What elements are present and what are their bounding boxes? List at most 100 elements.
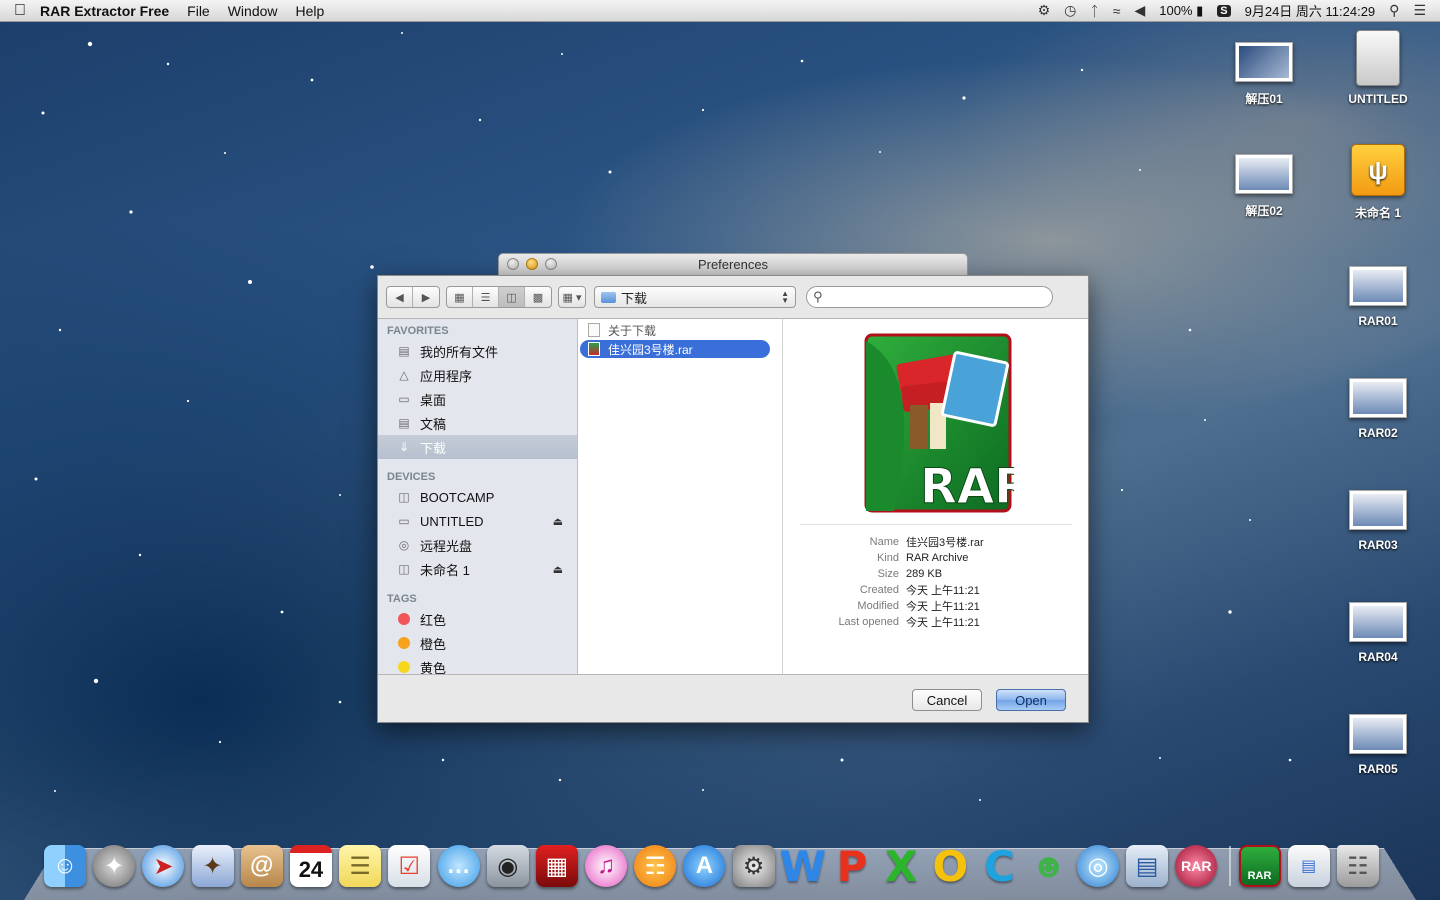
- path-popup[interactable]: 下载 ▲ ▼: [594, 286, 796, 308]
- list-view-button[interactable]: ☰: [473, 287, 499, 307]
- sidebar-item-desktop[interactable]: ▭ 桌面: [378, 387, 577, 411]
- apple-menu-icon[interactable]: : [0, 2, 40, 20]
- facetime-icon[interactable]: ◉: [486, 845, 529, 887]
- notification-center-icon[interactable]: ☰: [1413, 2, 1426, 19]
- battery-status[interactable]: 100% ▮: [1159, 3, 1203, 19]
- excel-icon[interactable]: X: [880, 842, 922, 891]
- downloads-stack-icon[interactable]: ▤: [1287, 845, 1330, 887]
- notes-icon[interactable]: ☰: [339, 845, 382, 887]
- menu-app-name[interactable]: RAR Extractor Free: [40, 3, 169, 19]
- minimize-button[interactable]: [526, 258, 538, 270]
- itunes-icon[interactable]: ♫: [585, 845, 628, 887]
- powerpoint-icon[interactable]: P: [831, 842, 873, 891]
- volume-icon[interactable]: ◀: [1134, 2, 1145, 19]
- ibooks-icon[interactable]: ☶: [634, 845, 677, 887]
- mail-icon[interactable]: ✦: [191, 845, 234, 887]
- remote-desktop-icon[interactable]: ▤: [1126, 845, 1169, 887]
- sidebar-item-documents[interactable]: ▤ 文稿: [378, 411, 577, 435]
- clock[interactable]: 9月24日 周六 11:24:29: [1245, 1, 1376, 20]
- menu-file[interactable]: File: [187, 3, 210, 19]
- search-input[interactable]: [826, 290, 1027, 304]
- sidebar-item-tag-orange[interactable]: 橙色: [378, 631, 577, 655]
- file-name: 关于下载: [608, 323, 657, 338]
- calendar-icon[interactable]: 24: [289, 845, 332, 887]
- bluetooth-icon[interactable]: ᛏ: [1090, 3, 1098, 19]
- desktop-icon-rar04[interactable]: RAR04: [1328, 602, 1428, 664]
- desktop-icon-label: RAR05: [1358, 762, 1398, 776]
- communicator-icon[interactable]: C: [979, 842, 1021, 891]
- safari-icon[interactable]: ➤: [142, 845, 185, 887]
- arrange-menu-button[interactable]: ▦ ▾: [559, 287, 585, 307]
- finder-icon[interactable]: ☺: [44, 845, 86, 887]
- input-source-icon[interactable]: S: [1217, 4, 1231, 17]
- desktop-icon-rar05[interactable]: RAR05: [1328, 714, 1428, 776]
- messenger-icon[interactable]: ☻: [1028, 845, 1070, 887]
- desktop-icon-untitled[interactable]: UNTITLED: [1328, 30, 1428, 106]
- network-globe-icon[interactable]: ◎: [1076, 845, 1119, 887]
- eject-icon[interactable]: ⏏: [553, 515, 563, 528]
- desktop-icon-label: 解压01: [1245, 92, 1283, 106]
- time-machine-icon[interactable]: ◷: [1064, 2, 1076, 19]
- sidebar-header-favorites: FAVORITES: [387, 325, 449, 337]
- desktop-icon-rar03[interactable]: RAR03: [1328, 490, 1428, 552]
- desktop-icon-jieya01[interactable]: 解压01: [1214, 42, 1314, 107]
- sidebar-item-label: 我的所有文件: [420, 344, 499, 360]
- file-row-about-downloads[interactable]: 关于下载: [580, 321, 780, 339]
- sidebar-item-tag-red[interactable]: 红色: [378, 607, 577, 631]
- launchpad-icon[interactable]: ✦: [93, 845, 136, 887]
- optical-disc-icon: ◎: [398, 538, 410, 552]
- window-title-bar[interactable]: Preferences: [498, 253, 968, 275]
- sidebar-item-tag-yellow[interactable]: 黄色: [378, 655, 577, 674]
- info-key: Created: [859, 584, 899, 596]
- reminders-icon[interactable]: ☑: [388, 845, 431, 887]
- menu-help[interactable]: Help: [296, 3, 325, 19]
- desktop-icon-usb[interactable]: ψ 未命名 1: [1328, 144, 1428, 221]
- contacts-icon[interactable]: @: [240, 845, 283, 887]
- photo-booth-icon[interactable]: ▦: [535, 845, 578, 887]
- desktop-icon-label: 解压02: [1245, 204, 1283, 218]
- desktop-icon-rar02[interactable]: RAR02: [1328, 378, 1428, 440]
- image-thumbnail-icon: [1349, 266, 1407, 306]
- file-row-rar-archive[interactable]: 佳兴园3号楼.rar: [580, 340, 770, 358]
- coverflow-view-button[interactable]: ▩: [525, 287, 551, 307]
- word-icon[interactable]: W: [780, 842, 826, 891]
- back-button[interactable]: ◀: [387, 287, 413, 307]
- info-key: Name: [869, 536, 899, 548]
- sidebar-item-applications[interactable]: △ 应用程序: [378, 363, 577, 387]
- icon-view-button[interactable]: ▦: [447, 287, 473, 307]
- wifi-icon[interactable]: ≈: [1113, 3, 1121, 19]
- sync-icon[interactable]: ⚙: [1038, 2, 1051, 19]
- messages-icon[interactable]: …: [437, 845, 480, 887]
- info-value: 289 KB: [906, 568, 943, 580]
- open-button[interactable]: Open: [996, 689, 1066, 711]
- info-key: Kind: [876, 552, 899, 564]
- file-info: Name 佳兴园3号楼.rar Kind RAR Archive Size 289 K…: [784, 534, 1088, 630]
- column-view-button[interactable]: ◫: [499, 287, 525, 307]
- desktop-icon-jieya02[interactable]: 解压02: [1214, 154, 1314, 219]
- sidebar-item-remote-disc[interactable]: ◎ 远程光盘: [378, 533, 577, 557]
- forward-button[interactable]: ▶: [413, 287, 439, 307]
- menu-window[interactable]: Window: [228, 3, 278, 19]
- sidebar-item-untitled[interactable]: ▭ UNTITLED ⏏: [378, 509, 577, 533]
- outlook-icon[interactable]: O: [929, 842, 971, 891]
- zoom-button[interactable]: [545, 258, 557, 270]
- desktop-icon-label: 未命名 1: [1354, 206, 1401, 220]
- cancel-button[interactable]: Cancel: [912, 689, 982, 711]
- sidebar-item-all-files[interactable]: ▤ 我的所有文件: [378, 339, 577, 363]
- system-preferences-icon[interactable]: ⚙: [732, 845, 775, 887]
- rar-extractor-icon[interactable]: RAR: [1238, 845, 1281, 887]
- app-store-icon[interactable]: A: [683, 845, 726, 887]
- sidebar-item-bootcamp[interactable]: ◫ BOOTCAMP: [378, 485, 577, 509]
- trash-icon[interactable]: ☷: [1336, 845, 1379, 887]
- eject-icon[interactable]: ⏏: [553, 563, 563, 576]
- rar-sphere-icon[interactable]: RAR: [1175, 845, 1218, 887]
- sidebar-item-label: 文稿: [420, 416, 447, 432]
- desktop-icon-label: RAR02: [1358, 426, 1398, 440]
- desktop-icon-rar01[interactable]: RAR01: [1328, 266, 1428, 328]
- close-button[interactable]: [507, 258, 519, 270]
- external-drive-icon: [1356, 30, 1400, 86]
- sidebar-item-downloads[interactable]: ⇓ 下载: [378, 435, 577, 459]
- sidebar-item-unnamed-1[interactable]: ◫ 未命名 1 ⏏: [378, 557, 577, 581]
- spotlight-icon[interactable]: ⚲: [1389, 2, 1399, 19]
- battery-icon: ▮: [1196, 2, 1204, 18]
